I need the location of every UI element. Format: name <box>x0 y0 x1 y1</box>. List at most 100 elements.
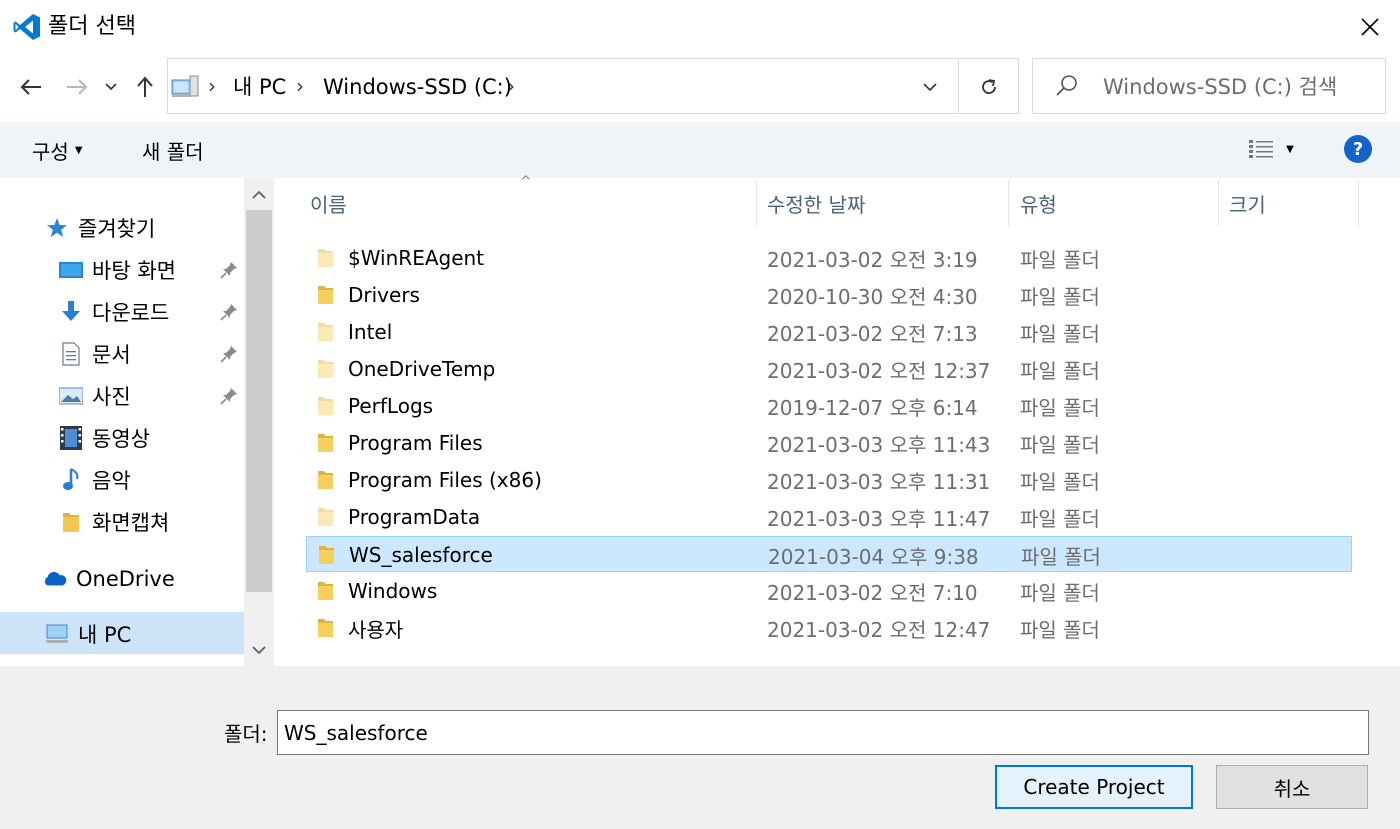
file-name: Intel <box>348 320 393 344</box>
folder-label: 폴더: <box>224 722 268 746</box>
sidebar-item-onedrive[interactable]: OneDrive <box>42 559 175 599</box>
table-row[interactable]: 사용자 2021-03-02 오전 12:47 파일 폴더 <box>306 610 1352 646</box>
download-icon <box>58 299 84 325</box>
computer-icon <box>170 72 200 100</box>
column-header-size[interactable]: 크기 <box>1229 180 1266 226</box>
column-divider[interactable] <box>756 180 757 226</box>
cloud-icon <box>42 566 68 592</box>
column-header-date[interactable]: 수정한 날짜 <box>767 180 865 226</box>
sidebar-item-label: 내 PC <box>78 623 132 647</box>
file-type: 파일 폴더 <box>1020 580 1100 605</box>
recent-locations-button[interactable] <box>96 68 126 106</box>
pin-icon[interactable] <box>220 261 238 279</box>
refresh-button[interactable] <box>966 66 1012 108</box>
sidebar-item-label: 다운로드 <box>92 301 170 325</box>
nav-scrollbar-thumb[interactable] <box>246 210 272 592</box>
sidebar-item-screenshots[interactable]: 화면캡쳐 <box>58 502 169 542</box>
file-type: 파일 폴더 <box>1020 321 1100 346</box>
breadcrumb-item-my-pc[interactable]: 내 PC <box>233 74 286 100</box>
sidebar-item-label: 화면캡쳐 <box>92 511 170 535</box>
back-button[interactable] <box>14 68 48 106</box>
sidebar-item-pictures[interactable]: 사진 <box>58 376 131 416</box>
file-type: 파일 폴더 <box>1020 506 1100 531</box>
sort-ascending-icon: ^ <box>520 174 532 190</box>
file-name: Program Files (x86) <box>348 468 542 492</box>
chevron-up-icon <box>252 190 266 199</box>
column-header-name[interactable]: 이름 <box>310 180 347 226</box>
sidebar-item-my-pc[interactable]: 내 PC <box>44 614 131 654</box>
breadcrumb-item-drive[interactable]: Windows-SSD (C:) <box>323 74 512 100</box>
scroll-up-button[interactable] <box>244 180 274 208</box>
breadcrumb-separator-icon[interactable]: › <box>507 74 515 98</box>
file-date: 2019-12-07 오후 6:14 <box>767 395 978 420</box>
file-name: Windows <box>348 579 438 603</box>
up-button[interactable] <box>128 68 162 106</box>
table-row[interactable]: Windows 2021-03-02 오전 7:10 파일 폴더 <box>306 573 1352 609</box>
sidebar-item-label: OneDrive <box>76 567 175 591</box>
table-row[interactable]: ProgramData 2021-03-03 오후 11:47 파일 폴더 <box>306 499 1352 535</box>
sidebar-item-downloads[interactable]: 다운로드 <box>58 292 169 332</box>
table-row[interactable]: Drivers 2020-10-30 오전 4:30 파일 폴더 <box>306 277 1352 313</box>
table-row[interactable]: WS_salesforce 2021-03-04 오후 9:38 파일 폴더 <box>306 536 1352 572</box>
file-name: Program Files <box>348 431 483 455</box>
folder-icon <box>316 284 336 306</box>
column-header-type[interactable]: 유형 <box>1020 180 1057 226</box>
column-divider[interactable] <box>1358 180 1359 226</box>
caret-down-icon: ▼ <box>1286 143 1294 155</box>
computer-icon <box>44 621 70 647</box>
view-options-button[interactable]: ▼ <box>1236 130 1306 168</box>
arrow-up-icon <box>137 76 153 97</box>
file-date: 2021-03-02 오전 12:47 <box>767 617 991 642</box>
file-name: ProgramData <box>348 505 481 529</box>
video-icon <box>58 425 84 451</box>
search-placeholder: Windows-SSD (C:) 검색 <box>1103 75 1338 99</box>
folder-icon <box>316 580 336 602</box>
folder-icon <box>316 395 336 417</box>
table-row[interactable]: Program Files 2021-03-03 오후 11:43 파일 폴더 <box>306 425 1352 461</box>
address-history-dropdown[interactable] <box>912 68 948 106</box>
help-button[interactable]: ? <box>1344 135 1372 163</box>
file-date: 2021-03-02 오전 12:37 <box>767 358 991 383</box>
folder-icon <box>316 432 336 454</box>
organize-button[interactable]: 구성 ▼ <box>22 130 93 170</box>
new-folder-button[interactable]: 새 폴더 <box>132 130 214 170</box>
file-type: 파일 폴더 <box>1020 469 1100 494</box>
table-row[interactable]: $WinREAgent 2021-03-02 오전 3:19 파일 폴더 <box>306 240 1352 276</box>
arrow-left-icon <box>20 79 41 95</box>
scroll-down-button[interactable] <box>244 636 274 664</box>
table-row[interactable]: Program Files (x86) 2021-03-03 오후 11:31 파일… <box>306 462 1352 498</box>
details-view-icon <box>1249 140 1274 158</box>
file-date: 2021-03-02 오전 7:13 <box>767 321 978 346</box>
table-row[interactable]: Intel 2021-03-02 오전 7:13 파일 폴더 <box>306 314 1352 350</box>
search-icon <box>1053 72 1081 100</box>
sidebar-item-videos[interactable]: 동영상 <box>58 418 150 458</box>
column-divider[interactable] <box>1008 180 1009 226</box>
sidebar-item-music[interactable]: 음악 <box>58 460 131 500</box>
vscode-logo-icon <box>12 12 42 42</box>
create-project-button[interactable]: Create Project <box>995 765 1193 809</box>
table-row[interactable]: OneDriveTemp 2021-03-02 오전 12:37 파일 폴더 <box>306 351 1352 387</box>
table-row[interactable]: PerfLogs 2019-12-07 오후 6:14 파일 폴더 <box>306 388 1352 424</box>
pin-icon[interactable] <box>220 387 238 405</box>
folder-name-input[interactable] <box>277 710 1369 755</box>
file-name: 사용자 <box>348 617 404 642</box>
refresh-icon <box>982 79 996 94</box>
close-button[interactable] <box>1345 6 1395 48</box>
forward-button[interactable] <box>60 68 94 106</box>
folder-icon <box>316 617 336 639</box>
folder-icon <box>58 509 84 535</box>
sidebar-item-desktop[interactable]: 바탕 화면 <box>58 250 176 290</box>
file-type: 파일 폴더 <box>1020 617 1100 642</box>
sidebar-item-documents[interactable]: 문서 <box>58 334 131 374</box>
file-date: 2021-03-03 오후 11:31 <box>767 469 991 494</box>
sidebar-item-quick-access[interactable]: 즐겨찾기 <box>44 208 155 248</box>
chevron-down-icon <box>252 645 266 654</box>
pin-icon[interactable] <box>220 303 238 321</box>
address-bar[interactable] <box>167 58 1019 114</box>
file-type: 파일 폴더 <box>1021 544 1101 569</box>
file-type: 파일 폴더 <box>1020 432 1100 457</box>
cancel-button[interactable]: 취소 <box>1216 765 1368 809</box>
pin-icon[interactable] <box>220 345 238 363</box>
file-name: $WinREAgent <box>348 246 485 270</box>
column-divider[interactable] <box>1218 180 1219 226</box>
